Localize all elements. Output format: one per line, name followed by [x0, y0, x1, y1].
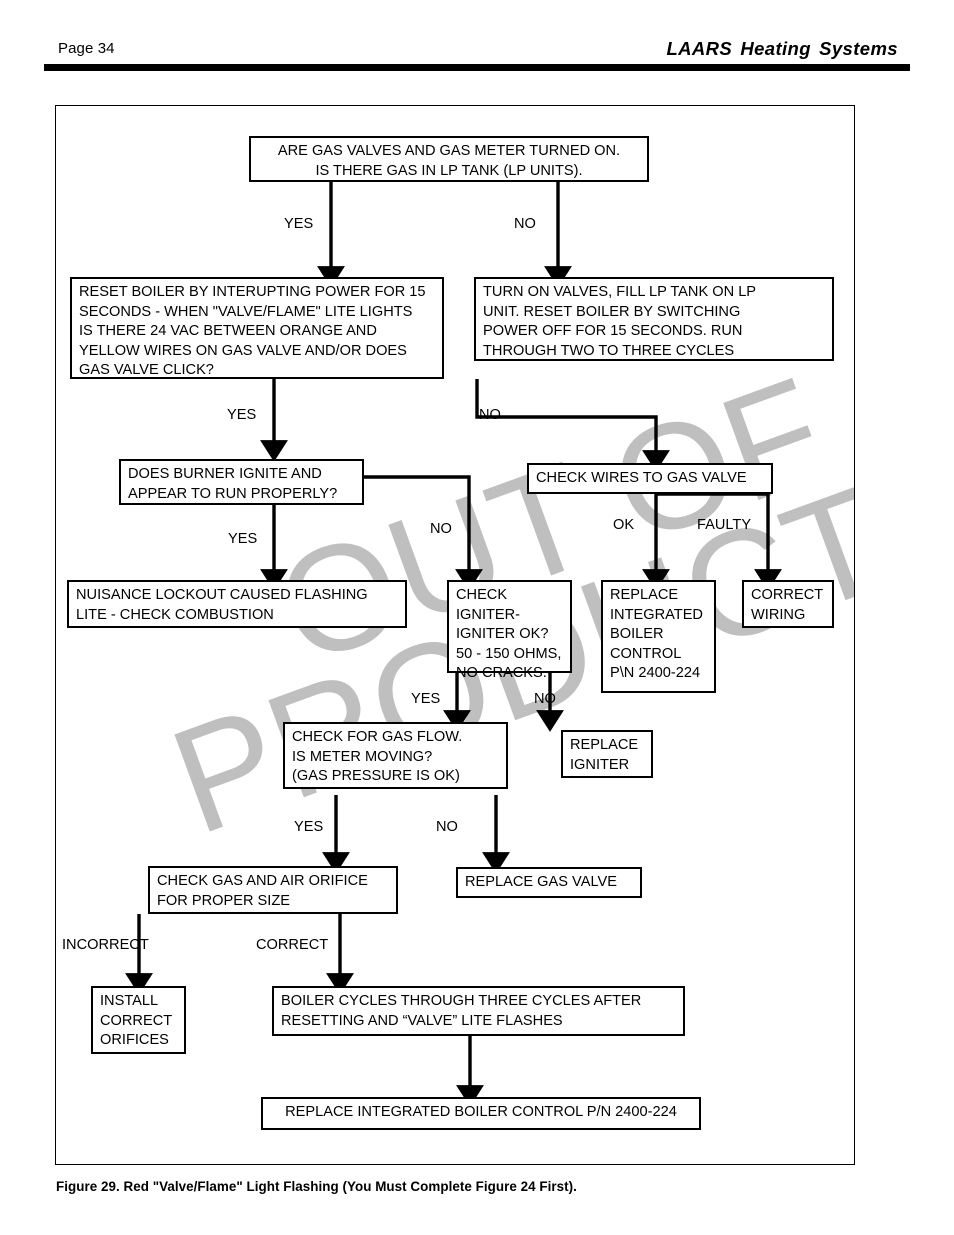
edge-label-yes-1: YES	[284, 216, 314, 232]
edge-label-correct: CORRECT	[256, 937, 329, 953]
node-gas-valves-meter-check: ARE GAS VALVES AND GAS METER TURNED ON. …	[249, 136, 649, 182]
node-install-correct-orifices: INSTALL CORRECT ORIFICES	[91, 986, 186, 1054]
node-correct-wiring: CORRECT WIRING	[742, 580, 834, 628]
figure-caption: Figure 29. Red "Valve/Flame" Light Flash…	[56, 1179, 577, 1194]
node-reset-boiler-24vac-check: RESET BOILER BY INTERUPTING POWER FOR 15…	[70, 277, 444, 379]
node-replace-gas-valve: REPLACE GAS VALVE	[456, 867, 642, 898]
node-turn-on-valves-fill-lp: TURN ON VALVES, FILL LP TANK ON LP UNIT.…	[474, 277, 834, 361]
edge-label-yes-2: YES	[227, 407, 257, 423]
document-page: Page 34 LAARS Heating Systems OUT OF PRO…	[0, 0, 954, 1235]
node-replace-integrated-boiler-control: REPLACE INTEGRATED BOILER CONTROL P\N 24…	[601, 580, 716, 693]
edge-label-incorrect: INCORRECT	[62, 937, 149, 953]
edge-label-no-5: NO	[436, 819, 458, 835]
flowchart-nodes: ARE GAS VALVES AND GAS METER TURNED ON. …	[56, 106, 854, 1164]
node-nuisance-lockout: NUISANCE LOCKOUT CAUSED FLASHING LITE - …	[67, 580, 407, 628]
edge-label-no-4: NO	[534, 691, 556, 707]
page-number-label: Page 34	[58, 40, 115, 57]
edge-label-ok: OK	[613, 517, 635, 533]
header-divider-rule	[44, 64, 910, 71]
edge-label-no-1: NO	[514, 216, 536, 232]
node-check-for-gas-flow: CHECK FOR GAS FLOW. IS METER MOVING? (GA…	[283, 722, 508, 789]
node-boiler-cycles-three-cycles: BOILER CYCLES THROUGH THREE CYCLES AFTER…	[272, 986, 685, 1036]
edge-label-yes-3: YES	[228, 531, 258, 547]
page-header: Page 34 LAARS Heating Systems	[0, 0, 954, 80]
node-replace-integrated-boiler-control-final: REPLACE INTEGRATED BOILER CONTROL P/N 24…	[261, 1097, 701, 1130]
edge-label-faulty: FAULTY	[697, 517, 752, 533]
flowchart-frame: OUT OF PRODUCTION	[55, 105, 855, 1165]
node-check-igniter: CHECK IGNITER- IGNITER OK? 50 - 150 OHMS…	[447, 580, 572, 681]
edge-label-no-3: NO	[430, 521, 452, 537]
node-check-wires-to-gas-valve: CHECK WIRES TO GAS VALVE	[527, 463, 773, 494]
edge-label-yes-5: YES	[294, 819, 324, 835]
edge-label-yes-4: YES	[411, 691, 441, 707]
node-check-gas-air-orifice: CHECK GAS AND AIR ORIFICE FOR PROPER SIZ…	[148, 866, 398, 914]
edge-label-no-2: NO	[479, 407, 501, 423]
node-does-burner-ignite: DOES BURNER IGNITE AND APPEAR TO RUN PRO…	[119, 459, 364, 505]
node-replace-igniter: REPLACE IGNITER	[561, 730, 653, 778]
brand-title: LAARS Heating Systems	[666, 38, 898, 59]
